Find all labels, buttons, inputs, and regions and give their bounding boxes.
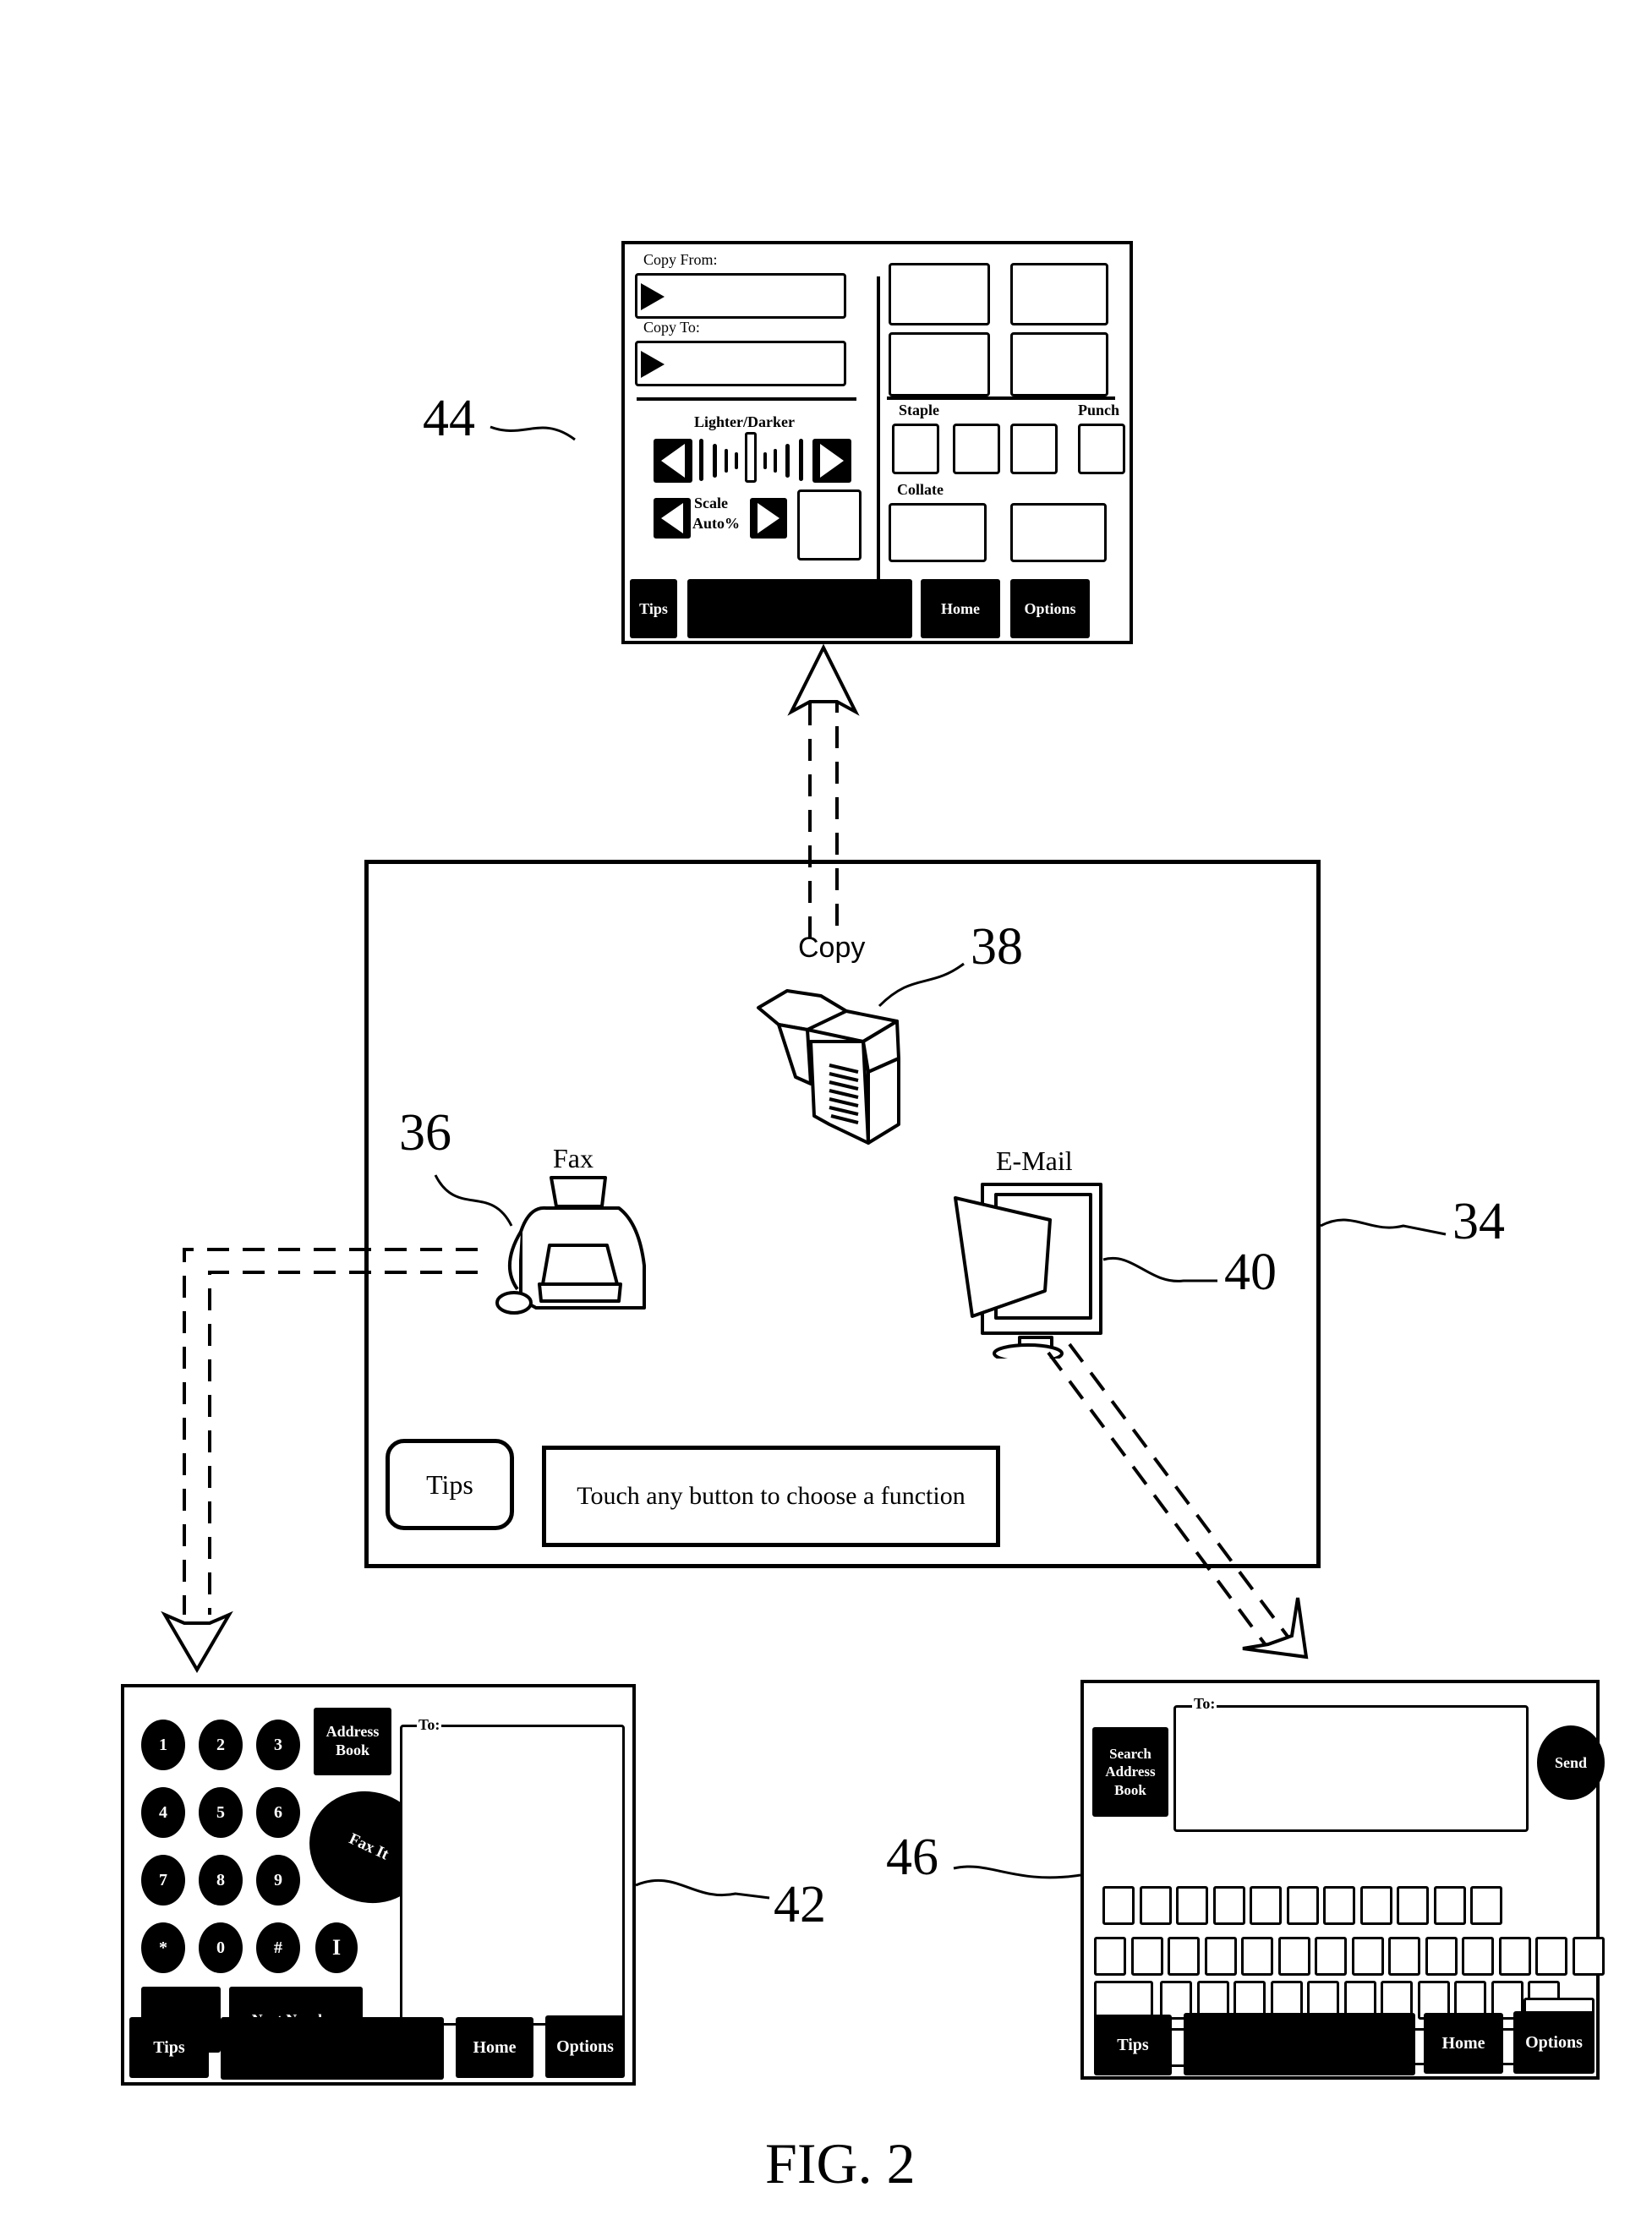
ref-numeral-42: 42 bbox=[774, 1876, 826, 1933]
up-arrowhead-icon bbox=[787, 643, 860, 716]
diagonal-arrowhead-icon bbox=[1242, 1597, 1309, 1660]
ref-numeral-44: 44 bbox=[423, 390, 475, 447]
figure-label: FIG. 2 bbox=[765, 2131, 916, 2195]
ref-numeral-36: 36 bbox=[399, 1104, 451, 1162]
diagram-connectors bbox=[161, 425, 1447, 1900]
ref-numeral-34: 34 bbox=[1452, 1193, 1505, 1250]
ref-numeral-38: 38 bbox=[971, 918, 1023, 976]
down-arrowhead-icon bbox=[161, 1610, 233, 1673]
ref-numeral-40: 40 bbox=[1224, 1244, 1277, 1301]
ref-numeral-46: 46 bbox=[886, 1829, 938, 1886]
